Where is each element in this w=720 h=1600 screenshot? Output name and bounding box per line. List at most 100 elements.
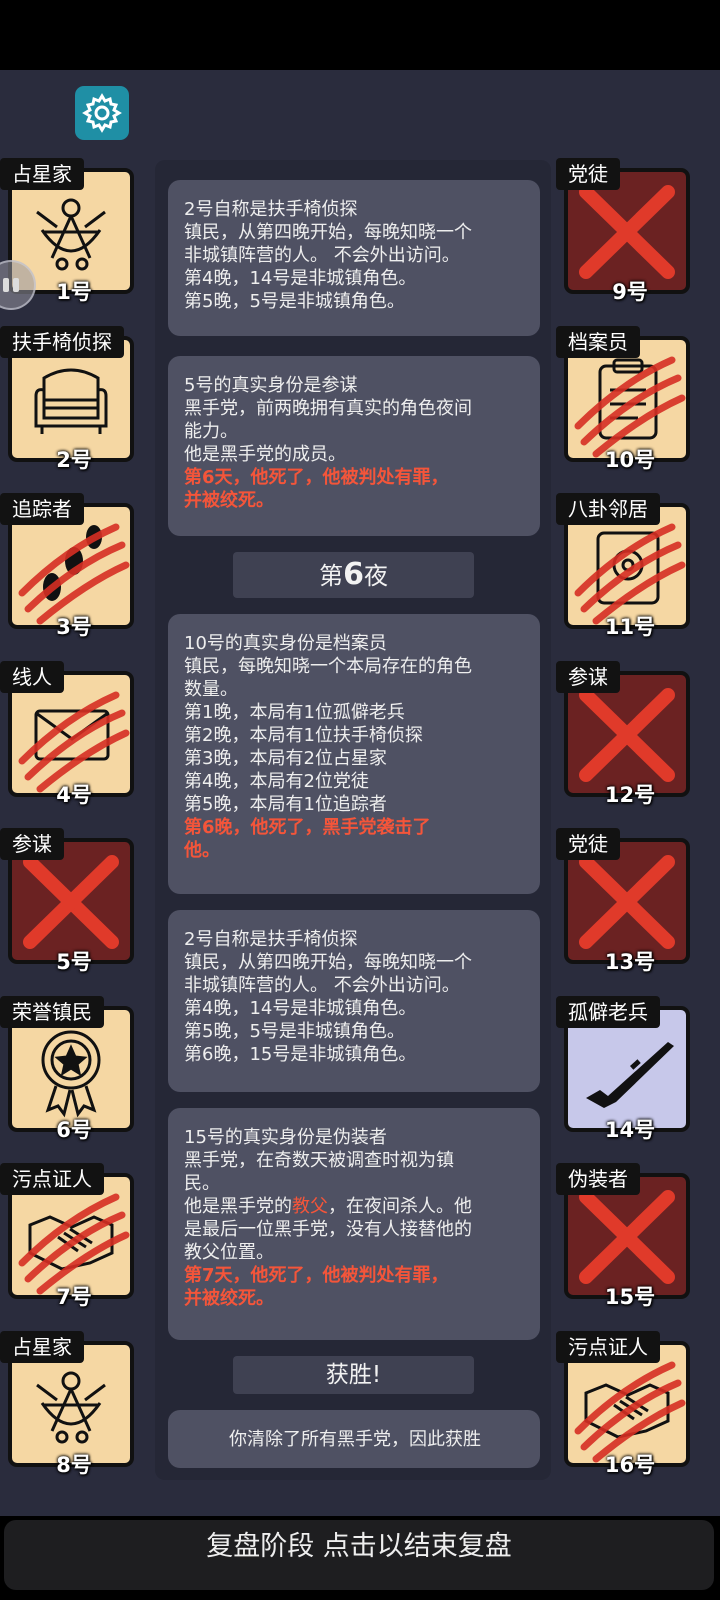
player-slot[interactable]: 线人 4号 [0,660,140,831]
player-slot[interactable]: 档案员 10号 [556,325,696,496]
message-line: 第4晚，14号是非城镇角色。 [184,998,417,1019]
player-slot[interactable]: 扶手椅侦探 2号 [0,325,140,496]
victory-divider: 获胜! [233,1356,474,1394]
log-message-4: 2号自称是扶手椅侦探 镇民，从第四晚开始，每晚知晓一个 非城镇阵营的人。 不会外… [168,910,540,1092]
message-line: 镇民，从第四晚开始，每晚知晓一个 [184,222,472,243]
role-name-tag: 污点证人 [556,1330,660,1363]
player-number: 8号 [56,1452,92,1477]
message-line: 10号的真实身份是档案员 [184,633,387,654]
role-name-tag: 追踪者 [0,493,84,525]
message-line: 教父位置。 [184,1242,274,1263]
player-number: 16号 [604,1452,656,1477]
log-message-6: 你清除了所有黑手党，因此获胜 [168,1410,540,1468]
role-name-tag: 党徒 [556,158,620,190]
log-message-2: 5号的真实身份是参谋 黑手党，前两晚拥有真实的角色夜间 能力。 他是黑手党的成员… [168,356,540,536]
message-line: 2号自称是扶手椅侦探 [184,929,358,950]
message-line: 第4晚，本局有2位党徒 [184,771,369,792]
player-number: 7号 [56,1285,92,1309]
message-line: 第4晚，14号是非城镇角色。 [184,268,417,289]
end-review-label: 复盘阶段 点击以结束复盘 [206,1531,512,1562]
log-message-5: 15号的真实身份是伪装者 黑手党，在奇数天被调查时视为镇 民。 他是黑手党的教父… [168,1108,540,1340]
player-slot[interactable]: 污点证人 7号 [0,1163,140,1333]
player-slot[interactable]: 参谋 5号 [0,828,140,998]
night-label-pre: 第 [319,562,344,590]
message-line: 他是黑手党的成员。 [184,444,346,465]
message-line: 第1晚，本局有1位孤僻老兵 [184,702,405,723]
death-notice: 第6晚，他死了，黑手党袭击了 [184,817,431,838]
role-name-tag: 伪装者 [556,1163,640,1195]
player-number: 15号 [604,1285,656,1309]
message-line: 2号自称是扶手椅侦探 [184,199,358,220]
player-slot[interactable]: 八卦邻居 11号 [556,493,696,663]
role-name-tag: 党徒 [556,828,620,860]
player-slot[interactable]: 占星家 1号 [0,158,140,328]
death-notice: 第6天，他死了，他被判处有罪， [184,467,449,488]
role-name-tag: 档案员 [556,325,640,358]
role-name-tag: 占星家 [0,1330,84,1363]
player-slot[interactable]: 参谋 12号 [556,660,696,831]
message-line: 第2晚，本局有1位扶手椅侦探 [184,725,423,746]
player-number: 1号 [56,280,92,304]
player-number: 10号 [604,447,656,472]
player-number: 5号 [56,950,92,974]
victory-label: 获胜! [325,1362,382,1388]
message-line: 非城镇阵营的人。 不会外出访问。 [184,975,460,996]
message-line: 15号的真实身份是伪装者 [184,1127,387,1148]
godfather-keyword: 教父 [292,1196,328,1217]
message-line: 第5晚，5号是非城镇角色。 [184,1021,405,1042]
role-name-tag: 荣誉镇民 [0,995,104,1028]
end-review-button[interactable]: 复盘阶段 点击以结束复盘 [4,1520,714,1590]
death-notice: 并被绞死。 [184,1288,274,1309]
message-line: 是最后一位黑手党，没有人接替他的 [184,1219,472,1240]
night-divider: 第6夜 [233,552,474,598]
log-message-3: 10号的真实身份是档案员 镇民，每晚知晓一个本局存在的角色 数量。 第1晚，本局… [168,614,540,894]
status-bar [0,0,720,70]
message-line: 第3晚，本局有2位占星家 [184,748,387,769]
bottom-bar: 复盘阶段 点击以结束复盘 [0,1516,720,1600]
player-slot[interactable]: 伪装者 15号 [556,1163,696,1333]
player-slot[interactable]: 党徒 9号 [556,158,696,328]
player-number: 9号 [612,280,648,304]
player-slot[interactable]: 占星家 8号 [0,1330,140,1501]
message-line: 能力。 [184,421,238,442]
role-name-tag: 八卦邻居 [556,493,660,525]
role-name-tag: 参谋 [0,828,64,860]
message-line: 他是黑手党的教父，在夜间杀人。他 [184,1195,526,1218]
role-name-tag: 参谋 [556,660,620,693]
player-number: 6号 [56,1117,92,1142]
role-name-tag: 占星家 [0,158,84,190]
player-number: 11号 [604,615,656,639]
message-line: 黑手党，前两晚拥有真实的角色夜间 [184,398,472,419]
role-name-tag: 污点证人 [0,1163,104,1195]
night-number: 6 [343,557,364,592]
role-name-tag: 扶手椅侦探 [0,325,124,358]
message-line: 黑手党，在奇数天被调查时视为镇 [184,1150,454,1171]
mixed-pre: 他是黑手党的 [184,1196,292,1217]
message-line: 数量。 [184,679,238,700]
message-line: 镇民，每晚知晓一个本局存在的角色 [184,656,472,677]
message-line: 镇民，从第四晚开始，每晚知晓一个 [184,952,472,973]
message-line: 5号的真实身份是参谋 [184,375,358,396]
player-number: 3号 [56,615,92,639]
player-slot[interactable]: 污点证人 16号 [556,1330,696,1501]
settings-button[interactable] [75,86,129,140]
player-number: 14号 [604,1117,656,1142]
death-notice: 并被绞死。 [184,490,274,511]
player-number: 4号 [56,782,92,807]
player-slot[interactable]: 荣誉镇民 6号 [0,995,140,1166]
message-line: 民。 [184,1173,220,1194]
player-slot[interactable]: 孤僻老兵 14号 [556,995,696,1166]
player-slot[interactable]: 追踪者 3号 [0,493,140,663]
victory-message: 你清除了所有黑手党，因此获胜 [229,1429,481,1450]
message-line: 第5晚，5号是非城镇角色。 [184,291,405,312]
player-number: 13号 [604,950,656,974]
mixed-post: ，在夜间杀人。他 [328,1196,472,1217]
message-line: 第5晚，本局有1位追踪者 [184,794,387,815]
message-line: 非城镇阵营的人。 不会外出访问。 [184,245,460,266]
player-slot[interactable]: 党徒 13号 [556,828,696,998]
death-notice: 第7天，他死了，他被判处有罪， [184,1265,449,1286]
message-line: 第6晚，15号是非城镇角色。 [184,1044,417,1065]
night-label-post: 夜 [363,562,388,590]
death-notice: 他。 [184,840,220,861]
gear-icon [82,93,122,133]
